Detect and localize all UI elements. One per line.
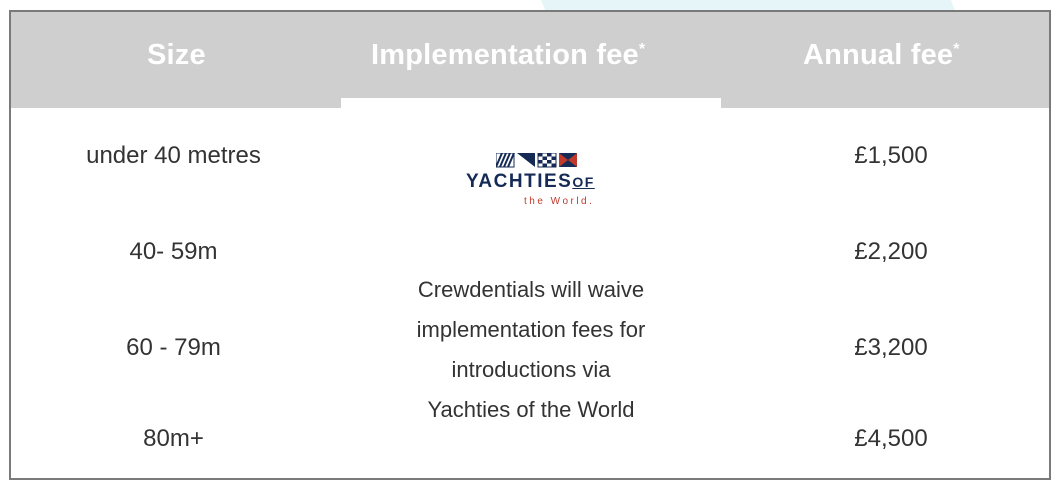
logo-wordmark: YACHTIESOF bbox=[466, 171, 595, 192]
row-1-annual-fee: £1,500 bbox=[854, 142, 928, 169]
implementation-fee-waiver-note: Crewdentials will waive implementation f… bbox=[341, 270, 721, 430]
pricing-table: Size Implementation fee* Annual fee* und… bbox=[9, 10, 1051, 480]
waiver-line: Crewdentials will waive bbox=[417, 277, 645, 302]
header-size: Size bbox=[147, 39, 206, 71]
waiver-line: Yachties of the World bbox=[427, 397, 635, 422]
header-implementation-fee: Implementation fee* bbox=[371, 39, 646, 71]
logo-tagline: the World. bbox=[524, 196, 595, 207]
row-4-size: 80m+ bbox=[143, 425, 204, 452]
row-2-annual-fee: £2,200 bbox=[854, 238, 928, 265]
waiver-line: implementation fees for bbox=[416, 317, 646, 342]
row-4-annual-fee: £4,500 bbox=[854, 425, 928, 452]
table-header: Size Implementation fee* Annual fee* bbox=[11, 12, 1049, 108]
header-annual-fee: Annual fee* bbox=[803, 39, 960, 71]
header-notch bbox=[341, 98, 721, 108]
waiver-line: introductions via bbox=[451, 357, 611, 382]
row-1-size: under 40 metres bbox=[86, 142, 261, 169]
row-3-annual-fee: £3,200 bbox=[854, 334, 928, 361]
yachties-of-the-world-logo: YACHTIESOF the World. bbox=[466, 149, 626, 229]
row-2-size: 40- 59m bbox=[129, 238, 218, 265]
row-3-size: 60 - 79m bbox=[126, 334, 221, 361]
